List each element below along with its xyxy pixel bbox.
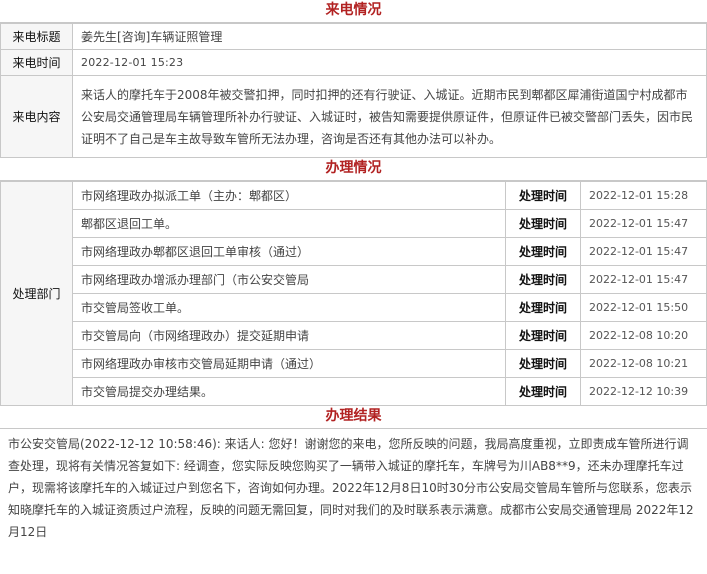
section-title-call: 来电情况 bbox=[0, 0, 707, 23]
call-time-value: 2022-12-01 15:23 bbox=[72, 49, 707, 76]
handling-time-label: 处理时间 bbox=[505, 349, 581, 378]
call-info-table: 来电标题 姜先生[咨询]车辆证照管理 来电时间 2022-12-01 15:23… bbox=[0, 23, 707, 158]
handling-row: 市网络理政办审核市交管局延期申请（通过） 处理时间 2022-12-08 10:21 bbox=[1, 349, 707, 378]
handling-desc: 市交管局向（市网络理政办）提交延期申请 bbox=[72, 321, 506, 350]
result-text: 市公安交管局(2022-12-12 10:58:46): 来话人: 您好！谢谢您… bbox=[8, 437, 694, 539]
handling-desc: 市交管局提交办理结果。 bbox=[72, 377, 506, 406]
handling-row: 市交管局签收工单。 处理时间 2022-12-01 15:50 bbox=[1, 293, 707, 322]
section-title-handling: 办理情况 bbox=[0, 158, 707, 181]
handling-desc: 郫都区退回工单。 bbox=[72, 209, 506, 238]
call-content-value: 来话人的摩托车于2008年被交警扣押，同时扣押的还有行驶证、入城证。近期市民到郫… bbox=[72, 75, 707, 158]
handling-time-value: 2022-12-01 15:47 bbox=[580, 209, 707, 238]
section-title-result: 办理结果 bbox=[0, 406, 707, 429]
handling-row: 处理部门 市网络理政办拟派工单（主办：郫都区） 处理时间 2022-12-01 15:… bbox=[0, 181, 707, 406]
handling-time-label: 处理时间 bbox=[505, 265, 581, 294]
handling-time-label: 处理时间 bbox=[505, 209, 581, 238]
handling-desc: 市网络理政办审核市交管局延期申请（通过） bbox=[72, 349, 506, 378]
handling-time-value: 2022-12-01 15:50 bbox=[580, 293, 707, 322]
call-content-row: 来电内容 来话人的摩托车于2008年被交警扣押，同时扣押的还有行驶证、入城证。近… bbox=[0, 75, 707, 158]
call-title-value: 姜先生[咨询]车辆证照管理 bbox=[72, 23, 707, 50]
handling-desc: 市网络理政办增派办理部门（市公安交管局 bbox=[72, 265, 506, 294]
handling-desc: 市网络理政办拟派工单（主办：郫都区） bbox=[72, 181, 506, 210]
call-title-label: 来电标题 bbox=[0, 23, 73, 50]
handling-time-value: 2022-12-01 15:47 bbox=[580, 237, 707, 266]
call-content-label: 来电内容 bbox=[0, 75, 73, 158]
handling-table: 处理部门 市网络理政办拟派工单（主办：郫都区） 处理时间 2022-12-01 15:… bbox=[0, 181, 707, 406]
call-time-row: 来电时间 2022-12-01 15:23 bbox=[0, 49, 707, 76]
handling-time-label: 处理时间 bbox=[505, 181, 581, 210]
handling-time-label: 处理时间 bbox=[505, 293, 581, 322]
handling-time-value: 2022-12-01 15:28 bbox=[580, 181, 707, 210]
handling-time-label: 处理时间 bbox=[505, 237, 581, 266]
call-time-label: 来电时间 bbox=[0, 49, 73, 76]
handling-time-label: 处理时间 bbox=[505, 321, 581, 350]
dept-label: 处理部门 bbox=[0, 181, 73, 406]
call-title-row: 来电标题 姜先生[咨询]车辆证照管理 bbox=[0, 23, 707, 50]
handling-row: 市交管局提交办理结果。 处理时间 2022-12-12 10:39 bbox=[1, 377, 707, 406]
handling-row: 市网络理政办增派办理部门（市公安交管局 处理时间 2022-12-01 15:47 bbox=[1, 265, 707, 294]
handling-time-label: 处理时间 bbox=[505, 377, 581, 406]
handling-row: 市网络理政办郫都区退回工单审核（通过） 处理时间 2022-12-01 15:47 bbox=[1, 237, 707, 266]
handling-desc: 市交管局签收工单。 bbox=[72, 293, 506, 322]
handling-row: 市交管局向（市网络理政办）提交延期申请 处理时间 2022-12-08 10:20 bbox=[1, 321, 707, 350]
handling-time-value: 2022-12-08 10:20 bbox=[580, 321, 707, 350]
handling-time-value: 2022-12-08 10:21 bbox=[580, 349, 707, 378]
page: 来电情况 来电标题 姜先生[咨询]车辆证照管理 来电时间 2022-12-01 … bbox=[0, 0, 707, 543]
handling-row: 郫都区退回工单。 处理时间 2022-12-01 15:47 bbox=[1, 209, 707, 238]
handling-time-value: 2022-12-01 15:47 bbox=[580, 265, 707, 294]
handling-desc: 市网络理政办郫都区退回工单审核（通过） bbox=[72, 237, 506, 266]
handling-time-value: 2022-12-12 10:39 bbox=[580, 377, 707, 406]
